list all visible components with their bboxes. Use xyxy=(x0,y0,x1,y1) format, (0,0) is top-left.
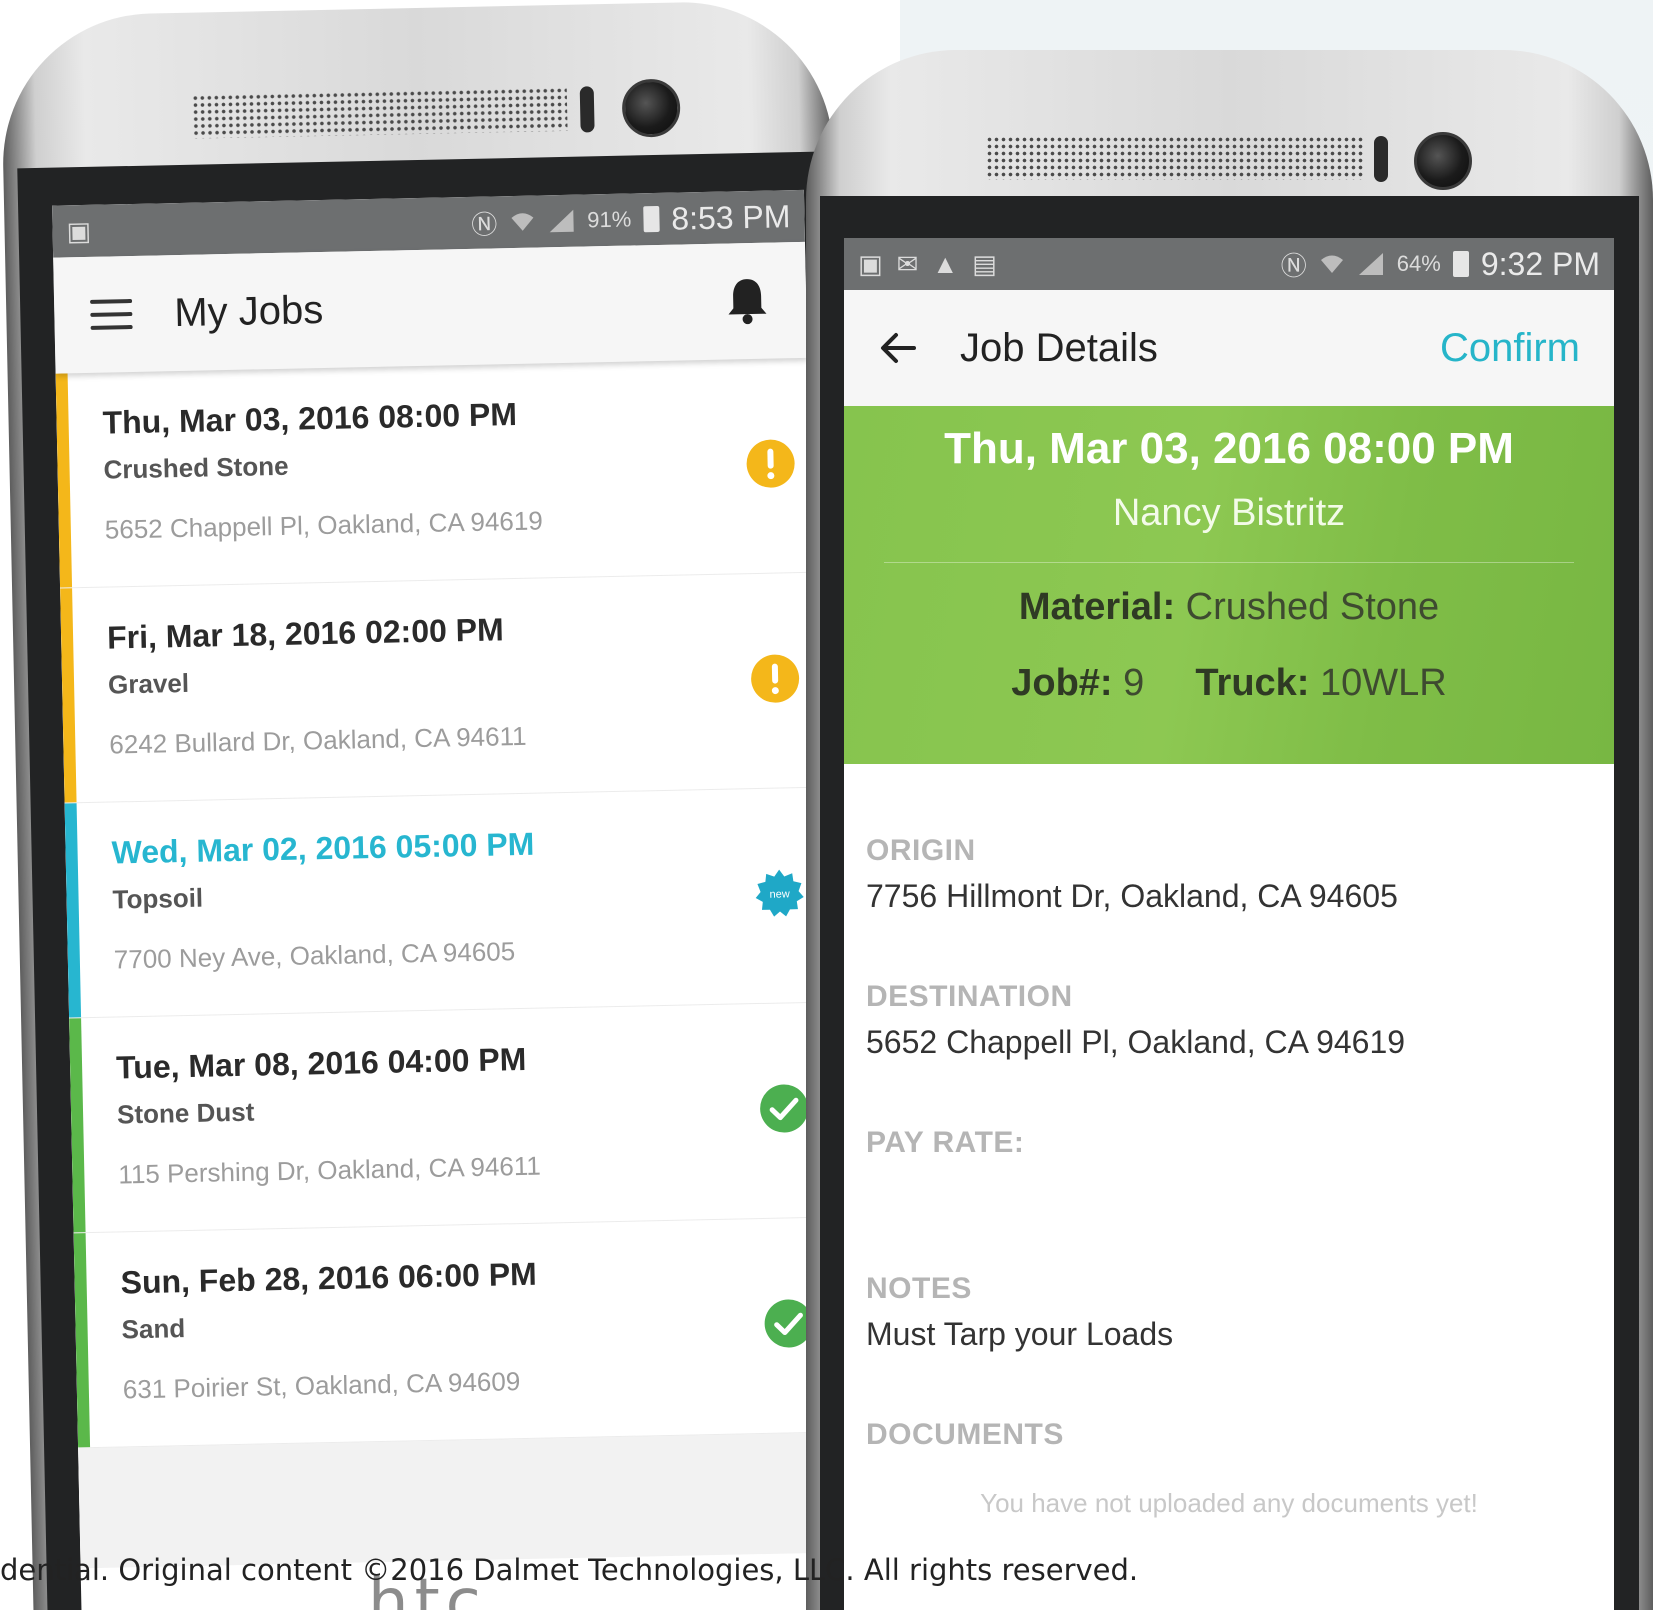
left-phone: ▣ Ⓝ 91% 8:53 PM My Jobs Thu, Mar 03, 201… xyxy=(0,0,864,1610)
app-bar: My Jobs xyxy=(53,241,808,374)
battery-percent: 64% xyxy=(1396,251,1441,276)
status-time: 8:53 PM xyxy=(670,197,791,237)
status-time: 9:32 PM xyxy=(1480,245,1600,282)
customer-name: Nancy Bistritz xyxy=(1112,492,1346,534)
job-list-item[interactable]: Wed, Mar 02, 2016 05:00 PM Topsoil 7700 … xyxy=(64,787,821,1019)
status-bar: ▣ ✉ ▲ ▤ Ⓝ 64% 9:32 PM xyxy=(844,238,1614,290)
origin-section: ORIGIN 7756 Hillmont Dr, Oakland, CA 946… xyxy=(866,834,1594,915)
truck-value: 10WLR xyxy=(1320,662,1447,704)
job-address: 115 Pershing Dr, Oakland, CA 94611 xyxy=(118,1150,542,1190)
job-list-item[interactable]: Thu, Mar 03, 2016 08:00 PM Crushed Stone… xyxy=(55,357,812,589)
battery-icon xyxy=(1452,251,1469,277)
nfc-icon: Ⓝ xyxy=(470,208,498,240)
notification-bell-icon[interactable] xyxy=(724,276,771,327)
job-address: 5652 Chappell Pl, Oakland, CA 94619 xyxy=(104,505,544,545)
app-bar: Job Details Confirm xyxy=(844,290,1614,406)
warning-icon xyxy=(751,654,800,703)
copyright-notice: dential. Original content ©2016 Dalmet T… xyxy=(0,1553,1139,1587)
job-list-item[interactable]: Sun, Feb 28, 2016 06:00 PM Sand 631 Poir… xyxy=(73,1217,830,1449)
notes-section: NOTES Must Tarp your Loads xyxy=(866,1272,1594,1353)
battery-percent: 91% xyxy=(586,206,632,233)
signal-icon xyxy=(549,209,574,233)
speaker-grille xyxy=(986,136,1364,180)
proximity-sensor xyxy=(1374,136,1388,182)
screenshot-icon: ▤ xyxy=(972,248,997,279)
job-date: Wed, Mar 02, 2016 05:00 PM xyxy=(111,825,535,871)
page-title: Job Details xyxy=(960,325,1158,370)
battery-icon xyxy=(643,205,660,233)
signal-icon xyxy=(1358,253,1383,275)
proximity-sensor xyxy=(579,86,595,133)
back-arrow-icon[interactable] xyxy=(878,328,918,368)
image-icon: ▣ xyxy=(858,248,883,279)
job-material: Gravel xyxy=(107,667,190,700)
confirm-button[interactable]: Confirm xyxy=(1440,326,1580,371)
right-phone: ▣ ✉ ▲ ▤ Ⓝ 64% 9:32 PM Job Details Confir… xyxy=(806,50,1653,1610)
list-footer-space xyxy=(78,1432,833,1569)
hamburger-menu-icon[interactable] xyxy=(90,298,133,330)
front-camera xyxy=(1414,132,1472,190)
header-divider xyxy=(884,562,1574,563)
truck-label: Truck: xyxy=(1195,662,1310,704)
new-badge-label: new xyxy=(769,888,789,900)
job-material: Sand xyxy=(121,1313,186,1345)
jobs-list: Thu, Mar 03, 2016 08:00 PM Crushed Stone… xyxy=(55,357,833,1569)
warning-icon xyxy=(746,439,795,488)
image-icon: ▣ xyxy=(66,215,92,246)
page-title: My Jobs xyxy=(173,287,324,335)
job-details-screen: ▣ ✉ ▲ ▤ Ⓝ 64% 9:32 PM Job Details Confir… xyxy=(844,238,1614,1610)
job-date: Fri, Mar 18, 2016 02:00 PM xyxy=(106,611,505,656)
job-number-label: Job#: xyxy=(1011,662,1113,704)
job-address: 7700 Ney Ave, Oakland, CA 94605 xyxy=(113,936,516,975)
material-label: Material: xyxy=(1018,586,1176,628)
job-number-value: 9 xyxy=(1123,662,1145,704)
job-truck-row: Job#: 9 Truck: 10WLR xyxy=(844,662,1614,705)
destination-label: DESTINATION xyxy=(866,980,1073,1013)
documents-empty-message: You have not uploaded any documents yet! xyxy=(980,1488,1478,1518)
job-date: Thu, Mar 03, 2016 08:00 PM xyxy=(944,424,1514,473)
new-badge-icon: new xyxy=(755,869,804,917)
job-material: Stone Dust xyxy=(116,1096,255,1130)
check-circle-icon xyxy=(760,1084,809,1133)
speaker-grille xyxy=(191,86,568,139)
nfc-icon: Ⓝ xyxy=(1280,250,1307,281)
documents-section: DOCUMENTS xyxy=(866,1418,1594,1452)
pay-rate-label: PAY RATE: xyxy=(866,1126,1025,1159)
job-list-item[interactable]: Tue, Mar 08, 2016 04:00 PM Stone Dust 11… xyxy=(69,1002,826,1234)
material-value: Crushed Stone xyxy=(1185,586,1440,628)
origin-label: ORIGIN xyxy=(866,834,976,867)
my-jobs-screen: ▣ Ⓝ 91% 8:53 PM My Jobs Thu, Mar 03, 201… xyxy=(52,189,834,1610)
material-row: Material: Crushed Stone xyxy=(844,586,1614,629)
wifi-icon xyxy=(1320,255,1343,273)
job-list-item[interactable]: Fri, Mar 18, 2016 02:00 PM Gravel 6242 B… xyxy=(60,572,817,804)
pay-rate-section: PAY RATE: xyxy=(866,1126,1594,1160)
destination-address: 5652 Chappell Pl, Oakland, CA 94619 xyxy=(866,1024,1406,1060)
job-date: Tue, Mar 08, 2016 04:00 PM xyxy=(115,1040,527,1086)
job-summary-header: Thu, Mar 03, 2016 08:00 PM Nancy Bistrit… xyxy=(844,406,1614,764)
front-camera xyxy=(621,78,681,138)
job-date: Thu, Mar 03, 2016 08:00 PM xyxy=(102,395,518,441)
origin-address: 7756 Hillmont Dr, Oakland, CA 94605 xyxy=(866,878,1398,914)
mail-icon: ✉ xyxy=(896,248,919,279)
job-date: Sun, Feb 28, 2016 06:00 PM xyxy=(120,1255,538,1301)
alert-icon: ▲ xyxy=(932,248,959,279)
documents-label: DOCUMENTS xyxy=(866,1418,1064,1451)
job-material: Crushed Stone xyxy=(103,450,289,485)
destination-section: DESTINATION 5652 Chappell Pl, Oakland, C… xyxy=(866,980,1594,1061)
job-address: 6242 Bullard Dr, Oakland, CA 94611 xyxy=(109,720,527,760)
wifi-icon xyxy=(511,213,534,231)
job-material: Topsoil xyxy=(112,882,204,915)
notes-value: Must Tarp your Loads xyxy=(866,1316,1174,1352)
job-address: 631 Poirier St, Oakland, CA 94609 xyxy=(122,1366,521,1405)
notes-label: NOTES xyxy=(866,1272,972,1305)
